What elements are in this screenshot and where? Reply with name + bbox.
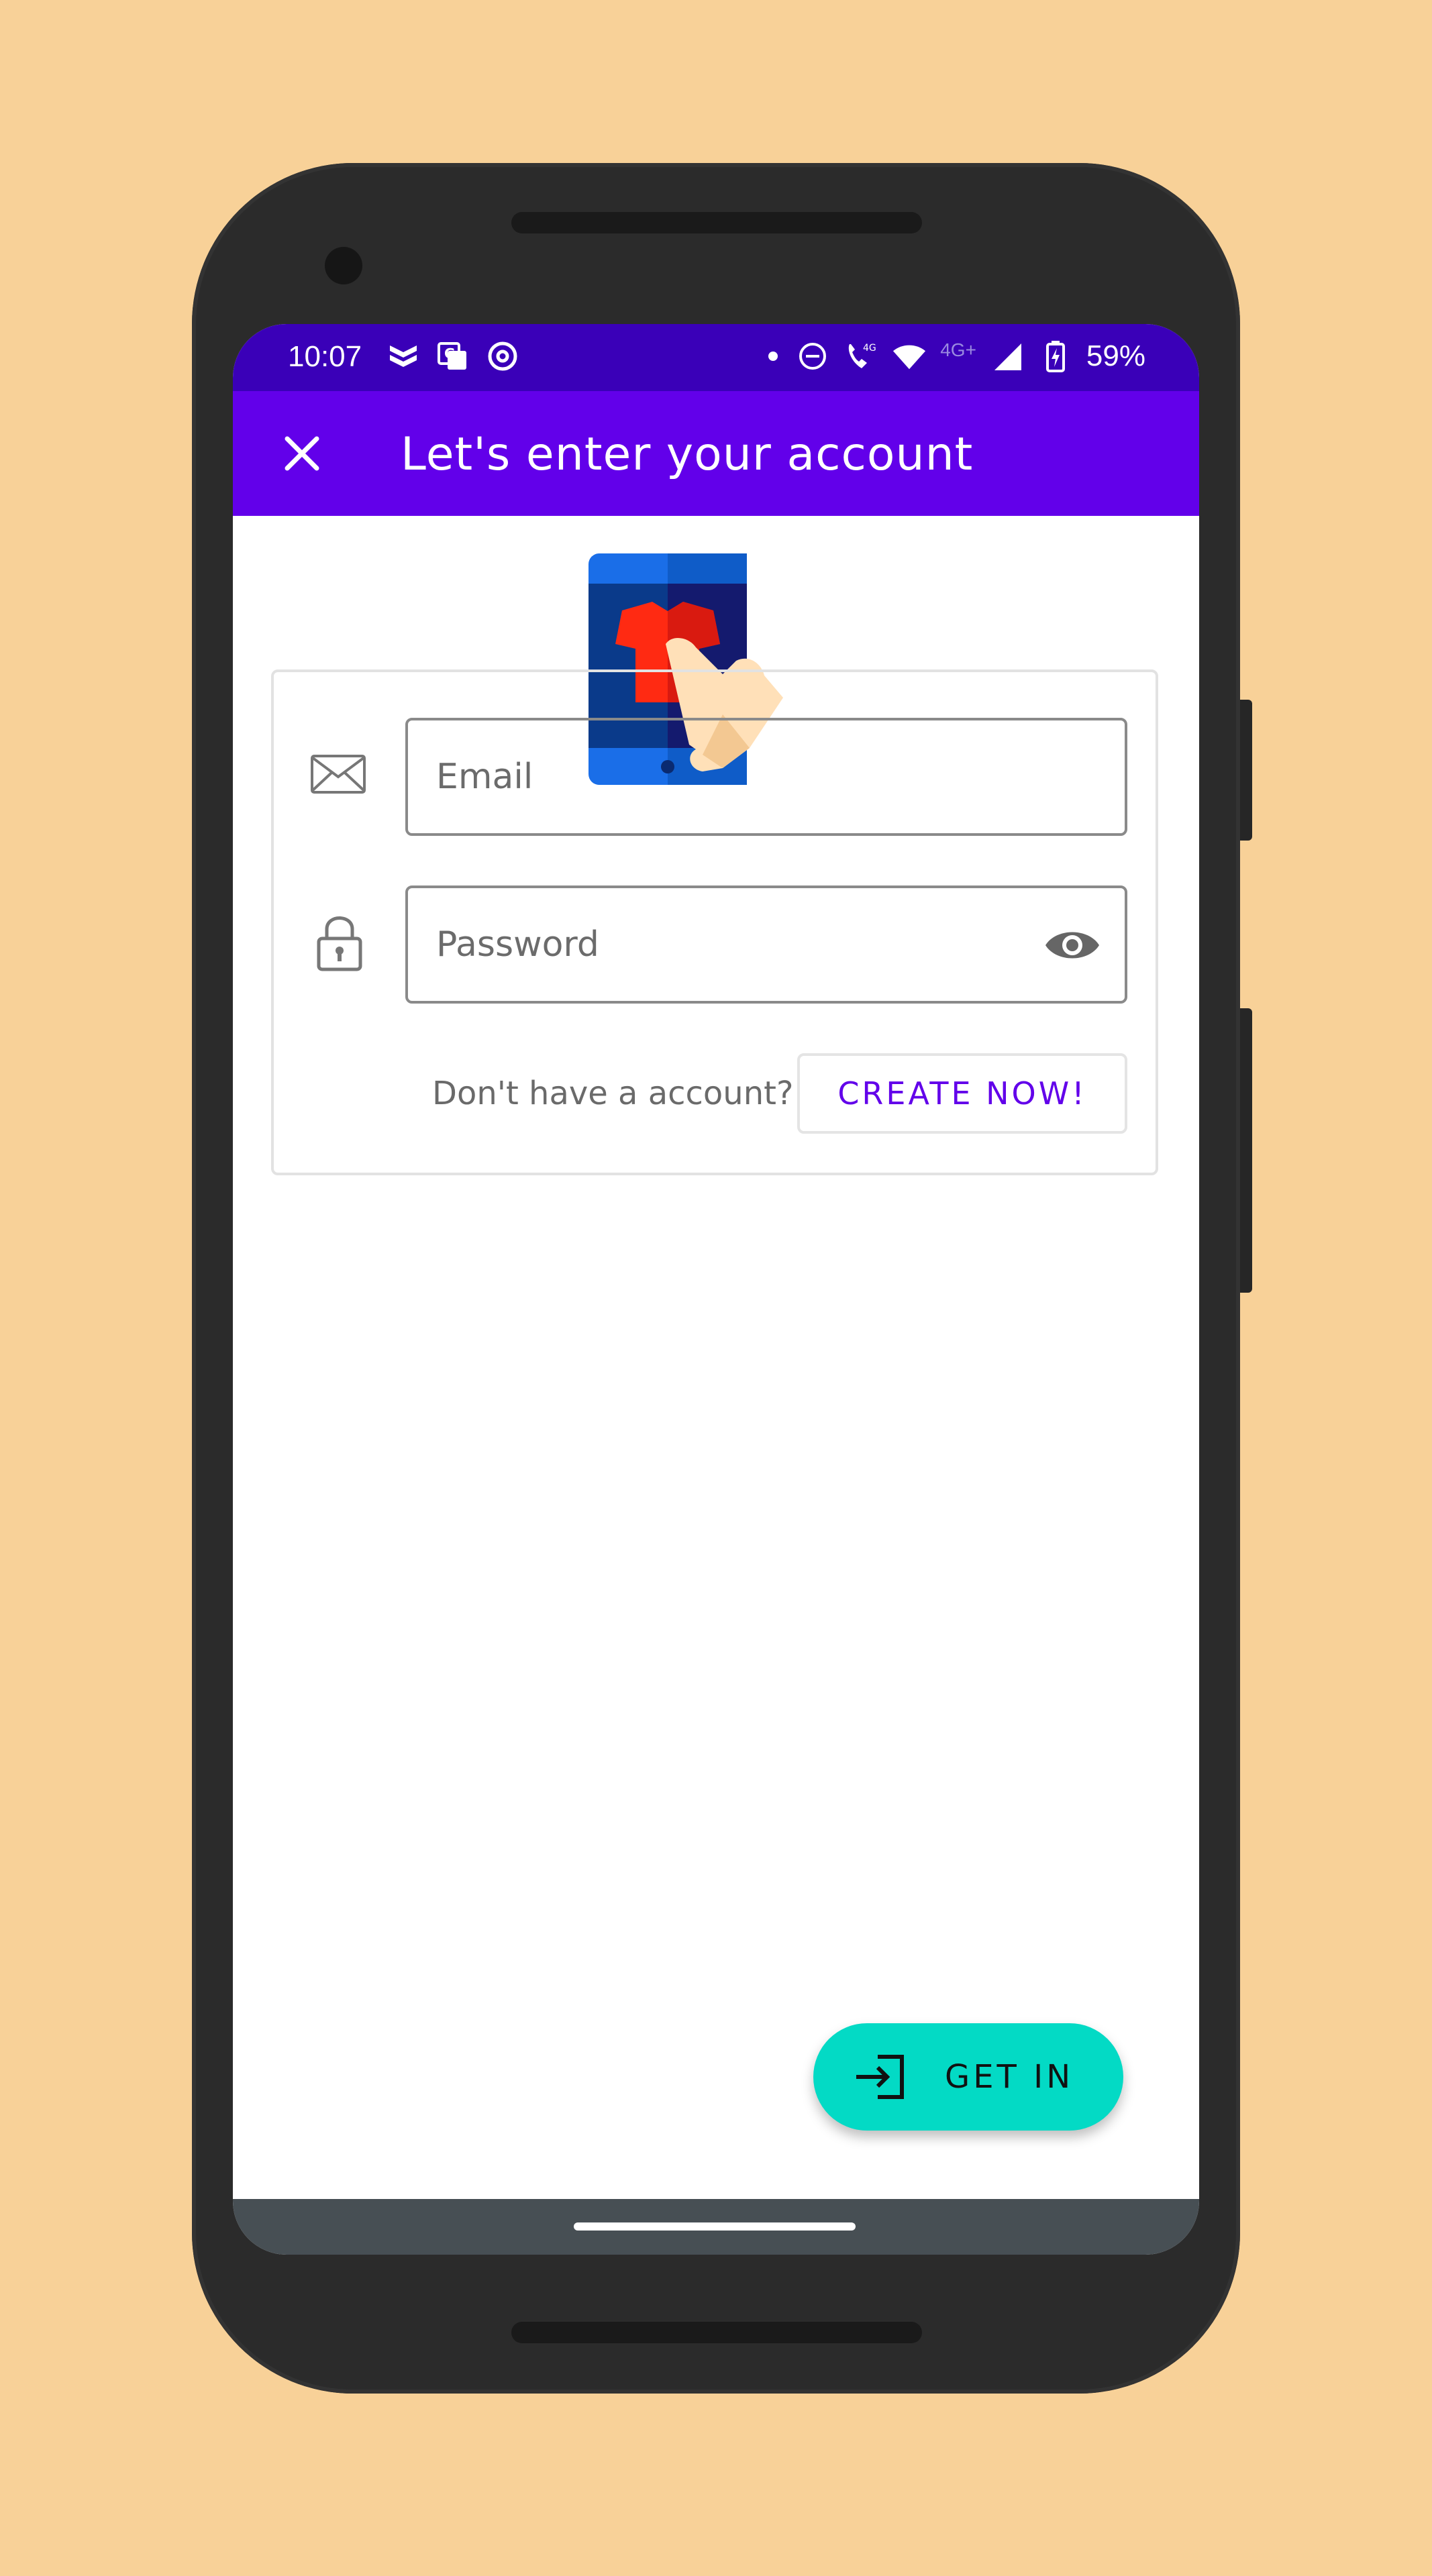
status-time: 10:07	[288, 340, 362, 373]
volume-button	[1240, 1008, 1252, 1293]
battery-charging-icon	[1038, 339, 1073, 374]
close-icon	[285, 436, 319, 471]
svg-text:4G: 4G	[863, 343, 876, 354]
do-not-disturb-icon	[795, 339, 830, 374]
email-field[interactable]	[405, 718, 1127, 836]
translate-icon: G	[436, 339, 470, 374]
front-camera	[325, 247, 362, 284]
toggle-password-visibility-button[interactable]	[1044, 922, 1101, 969]
wifi-icon	[892, 339, 927, 374]
lock-icon	[315, 912, 364, 973]
home-gesture-handle[interactable]	[574, 2222, 856, 2231]
power-button	[1240, 700, 1252, 841]
notification-icons: G	[386, 339, 520, 374]
dot-icon	[768, 352, 778, 361]
stack-icon	[386, 339, 421, 374]
network-type-label: 4G+	[940, 339, 976, 360]
signup-hint: Don't have a account?	[432, 1075, 794, 1112]
eye-icon	[1045, 932, 1099, 959]
get-in-button[interactable]: GET IN	[813, 2023, 1123, 2131]
password-input[interactable]	[435, 924, 1041, 965]
login-card: Don't have a account? CREATE NOW!	[271, 669, 1158, 1175]
top-speaker	[511, 212, 922, 233]
call-icon: 4G	[843, 339, 878, 374]
screen: 10:07 G 4G 4G+ 59% Let's enter your acco…	[233, 324, 1199, 2255]
system-icons: 4G 4G+ 59%	[768, 339, 1145, 374]
phone-frame: 10:07 G 4G 4G+ 59% Let's enter your acco…	[192, 163, 1252, 2394]
at-sign-icon	[485, 339, 520, 374]
status-bar: 10:07 G 4G 4G+ 59%	[233, 324, 1199, 391]
navigation-bar	[233, 2199, 1199, 2255]
close-button[interactable]	[273, 425, 331, 482]
get-in-label: GET IN	[945, 2058, 1074, 2096]
email-input[interactable]	[435, 756, 1041, 798]
app-bar: Let's enter your account	[233, 391, 1199, 516]
page-title: Let's enter your account	[401, 428, 974, 481]
svg-text:G: G	[444, 345, 455, 362]
battery-percent: 59%	[1086, 339, 1145, 372]
signal-icon	[990, 339, 1025, 374]
envelope-icon	[309, 753, 368, 796]
login-icon	[854, 2050, 907, 2104]
bottom-speaker	[511, 2322, 922, 2343]
password-field[interactable]	[405, 885, 1127, 1004]
create-account-button[interactable]: CREATE NOW!	[797, 1053, 1127, 1134]
